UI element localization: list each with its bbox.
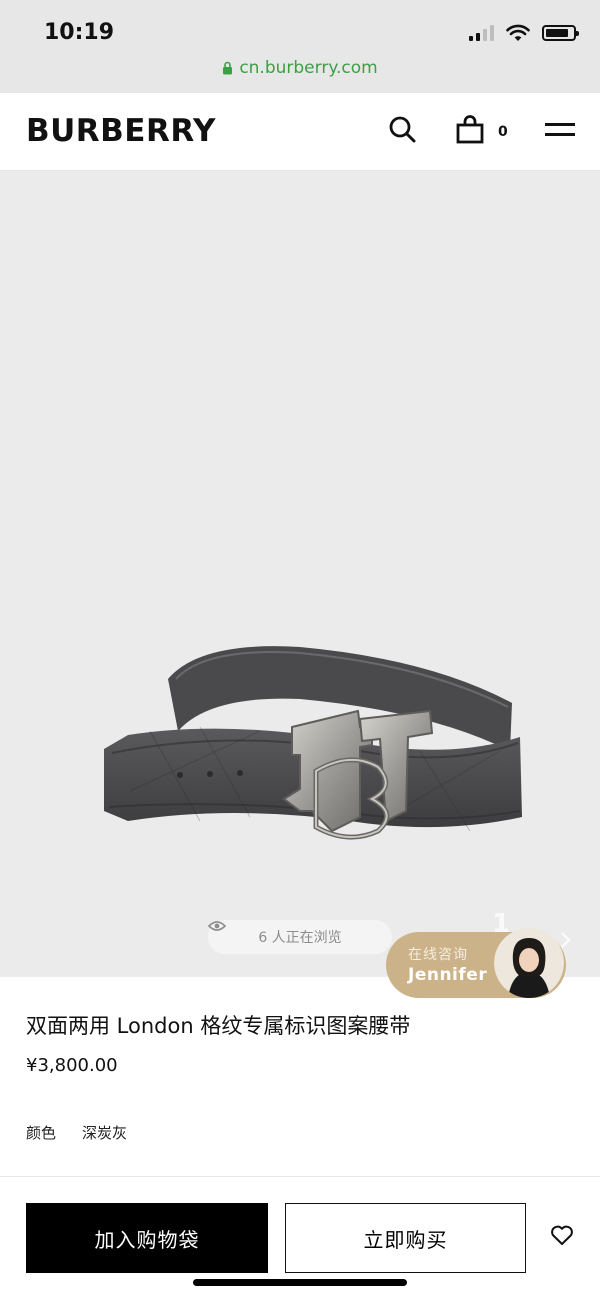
status-time: 10:19	[44, 20, 115, 45]
color-label: 颜色	[26, 1124, 57, 1142]
search-button[interactable]	[388, 115, 418, 149]
eye-icon	[208, 921, 226, 931]
chat-title: 在线咨询	[408, 947, 468, 963]
wifi-icon	[506, 24, 530, 41]
bag-button[interactable]	[455, 115, 485, 149]
product-title: 双面两用 London 格纹专属标识图案腰带	[26, 1014, 411, 1038]
bag-icon	[456, 115, 484, 144]
signal-icon	[469, 25, 494, 41]
add-to-bag-button[interactable]: 加入购物袋	[26, 1203, 268, 1273]
battery-icon	[542, 25, 579, 41]
site-header: BURBERRY 0	[0, 93, 600, 171]
product-price: ¥3,800.00	[26, 1055, 118, 1076]
viewers-count: 6 人正在浏览	[208, 920, 392, 954]
url-bar[interactable]: cn.burberry.com	[0, 58, 600, 78]
avatar	[494, 928, 564, 998]
wishlist-button[interactable]	[550, 1224, 574, 1250]
bag-count: 0	[498, 124, 508, 140]
chevron-right-icon	[561, 932, 571, 948]
brand-logo[interactable]: BURBERRY	[26, 113, 216, 149]
online-consult-button[interactable]: 在线咨询 Jennifer	[386, 928, 566, 998]
lock-icon	[223, 61, 233, 75]
color-selector[interactable]: 颜色 深炭灰	[26, 1122, 127, 1143]
divider	[0, 1176, 600, 1177]
heart-icon	[551, 1225, 573, 1245]
status-bar: 10:19 cn.burberry.com	[0, 0, 600, 93]
menu-icon	[545, 123, 575, 136]
product-image-gallery[interactable]: 6 人正在浏览 1	[0, 171, 600, 977]
belt-image	[104, 646, 522, 840]
home-indicator	[193, 1279, 407, 1286]
search-icon	[389, 116, 416, 143]
viewers-text: 6 人正在浏览	[258, 930, 342, 946]
color-value: 深炭灰	[82, 1124, 128, 1142]
buy-now-button[interactable]: 立即购买	[285, 1203, 526, 1273]
url-text: cn.burberry.com	[239, 58, 378, 78]
status-icons	[469, 24, 579, 42]
menu-button[interactable]	[545, 123, 575, 143]
chat-agent-name: Jennifer	[408, 965, 488, 985]
